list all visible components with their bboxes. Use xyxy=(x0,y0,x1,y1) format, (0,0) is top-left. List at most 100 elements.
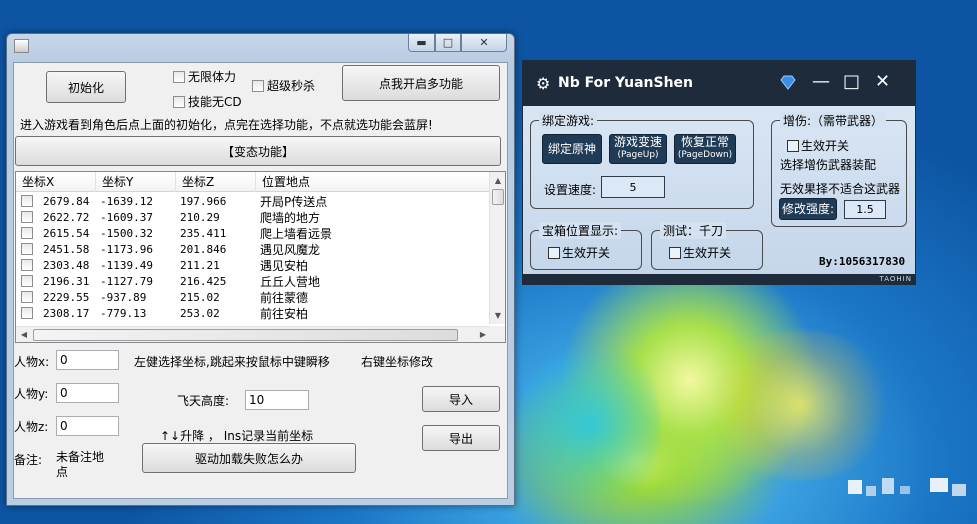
table-row[interactable]: 2451.58 -1173.96 201.846 遇见风魔龙 xyxy=(16,241,491,257)
checkbox-box[interactable] xyxy=(548,246,560,259)
checkbox-box[interactable] xyxy=(173,95,185,108)
modify-strength-button[interactable]: 修改强度: xyxy=(779,198,837,220)
close-icon: ✕ xyxy=(479,36,489,49)
cell-place: 开局P传送点 xyxy=(260,194,328,209)
row-checkbox[interactable] xyxy=(21,211,33,223)
minimize-button[interactable]: ▬ xyxy=(408,34,435,52)
checkbox-box[interactable] xyxy=(669,246,681,259)
table-row[interactable]: 2196.31 -1127.79 216.425 丘丘人营地 xyxy=(16,273,491,289)
note-input[interactable]: 未备注地点 xyxy=(54,447,117,479)
speed-change-button[interactable]: 游戏变速 (PageUp) xyxy=(609,134,667,164)
cell-x: 2308.17 xyxy=(43,306,90,320)
header-x[interactable]: 坐标X xyxy=(16,172,96,192)
table-row[interactable]: 2622.72 -1609.37 210.29 爬墙的地方 xyxy=(16,209,491,225)
char-x-label: 人物x: xyxy=(14,355,50,369)
row-checkbox[interactable] xyxy=(21,227,33,239)
row-checkbox[interactable] xyxy=(21,243,33,255)
char-y-input[interactable]: 0 xyxy=(56,383,119,403)
gem-icon[interactable] xyxy=(780,74,796,90)
scroll-up-icon[interactable]: ▲ xyxy=(490,173,505,189)
list-header: 坐标X 坐标Y 坐标Z 位置地点 xyxy=(16,172,491,192)
table-row[interactable]: 2679.84 -1639.12 197.966 开局P传送点 xyxy=(16,193,491,209)
init-button[interactable]: 初始化 xyxy=(46,71,126,103)
app-close-icon[interactable]: ✕ xyxy=(875,72,890,92)
cell-z: 235.411 xyxy=(180,226,227,240)
row-checkbox[interactable] xyxy=(21,291,33,303)
test-enable-checkbox[interactable]: 生效开关 xyxy=(669,244,731,261)
checkbox-box[interactable] xyxy=(173,70,185,83)
author-label: By:1056317830 xyxy=(819,255,906,268)
bind-group: 绑定游戏: 绑定原神 游戏变速 (PageUp) 恢复正常 (PageDown)… xyxy=(530,112,754,209)
checkbox-label: 生效开关 xyxy=(801,139,850,153)
fly-height-input[interactable]: 10 xyxy=(245,390,309,410)
super-kill-checkbox[interactable]: 超级秒杀 xyxy=(252,77,315,94)
damage-enable-checkbox[interactable]: 生效开关 xyxy=(787,137,849,154)
checkbox-label: 技能无CD xyxy=(188,95,242,109)
infinite-stamina-checkbox[interactable]: 无限体力 xyxy=(173,68,236,85)
coordinate-list[interactable]: 坐标X 坐标Y 坐标Z 位置地点 2679.84 -1639.12 197.966 开… xyxy=(15,171,506,343)
char-y-label: 人物y: xyxy=(14,387,49,401)
scroll-left-icon[interactable]: ◀ xyxy=(16,327,32,342)
scroll-down-icon[interactable]: ▼ xyxy=(490,308,505,324)
cell-x: 2196.31 xyxy=(43,274,90,288)
table-row[interactable]: 2303.48 -1139.49 211.21 遇见安柏 xyxy=(16,257,491,273)
app-minimize-icon[interactable]: — xyxy=(812,72,830,92)
app-maximize-icon[interactable]: □ xyxy=(843,72,860,92)
cell-y: -1127.79 xyxy=(100,274,153,288)
cell-x: 2615.54 xyxy=(43,226,90,240)
table-row[interactable]: 2308.17 -779.13 253.02 前往安柏 xyxy=(16,305,491,321)
row-checkbox[interactable] xyxy=(21,307,33,319)
app-icon xyxy=(14,39,29,53)
strength-input[interactable]: 1.5 xyxy=(844,200,886,219)
button-label: 绑定原神 xyxy=(547,141,596,156)
maximize-button[interactable]: □ xyxy=(435,34,461,52)
abnormal-function-button[interactable]: 【变态功能】 xyxy=(15,136,501,166)
restore-normal-button[interactable]: 恢复正常 (PageDown) xyxy=(674,134,736,164)
export-button[interactable]: 导出 xyxy=(422,425,500,451)
bind-group-title: 绑定游戏: xyxy=(539,112,598,129)
checkbox-label: 生效开关 xyxy=(683,246,732,260)
checkbox-box[interactable] xyxy=(787,139,799,152)
cell-place: 遇见风魔龙 xyxy=(260,242,321,257)
chest-enable-checkbox[interactable]: 生效开关 xyxy=(548,244,610,261)
char-x-input[interactable]: 0 xyxy=(56,350,119,370)
cell-x: 2303.48 xyxy=(43,258,90,272)
import-button[interactable]: 导入 xyxy=(422,386,500,412)
multi-function-button[interactable]: 点我开启多功能 xyxy=(342,65,500,101)
table-row[interactable]: 2615.54 -1500.32 235.411 爬上墙看远景 xyxy=(16,225,491,241)
cell-y: -1639.12 xyxy=(100,194,153,208)
header-y[interactable]: 坐标Y xyxy=(96,172,176,192)
header-place[interactable]: 位置地点 xyxy=(256,172,491,192)
hotkey-label: (PageDown) xyxy=(677,150,733,160)
damage-hint-2: 无效果择不适合这武器 xyxy=(780,182,901,196)
driver-fail-button[interactable]: 驱动加载失败怎么办 xyxy=(142,443,356,473)
cell-x: 2451.58 xyxy=(43,242,90,256)
table-row[interactable]: 2229.55 -937.89 215.02 前往蒙德 xyxy=(16,289,491,305)
char-z-input[interactable]: 0 xyxy=(56,416,119,436)
skill-no-cd-checkbox[interactable]: 技能无CD xyxy=(173,93,242,110)
checkbox-label: 超级秒杀 xyxy=(267,79,316,93)
bind-genshin-button[interactable]: 绑定原神 xyxy=(542,134,602,164)
vertical-scrollbar[interactable]: ▲ ▼ xyxy=(489,172,505,324)
row-checkbox[interactable] xyxy=(21,275,33,287)
title-bar[interactable]: ▬ □ ✕ xyxy=(7,34,514,56)
gear-icon: ⚙ xyxy=(536,74,551,93)
hscroll-thumb[interactable] xyxy=(33,329,458,341)
app-title-bar[interactable]: ⚙ Nb For YuanShen — □ ✕ xyxy=(522,60,916,106)
speed-input[interactable]: 5 xyxy=(601,176,665,198)
horizontal-scrollbar[interactable]: ◀ ▶ xyxy=(16,326,491,342)
scroll-thumb[interactable] xyxy=(492,189,504,205)
button-label: 修改强度: xyxy=(781,201,835,216)
header-z[interactable]: 坐标Z xyxy=(176,172,256,192)
row-checkbox[interactable] xyxy=(21,195,33,207)
note-label: 备注: xyxy=(14,453,43,467)
close-button[interactable]: ✕ xyxy=(461,34,507,52)
row-checkbox[interactable] xyxy=(21,259,33,271)
checkbox-box[interactable] xyxy=(252,79,264,92)
cell-y: -1139.49 xyxy=(100,258,153,272)
warning-text: 进入游戏看到角色后点上面的初始化，点完在选择功能，不点就选功能会蓝屏! xyxy=(20,118,433,132)
cell-y: -1500.32 xyxy=(100,226,153,240)
damage-hint-1: 选择增伤武器装配 xyxy=(780,158,877,172)
cell-z: 197.966 xyxy=(180,194,227,208)
right-click-hint: 右键坐标修改 xyxy=(361,355,434,369)
